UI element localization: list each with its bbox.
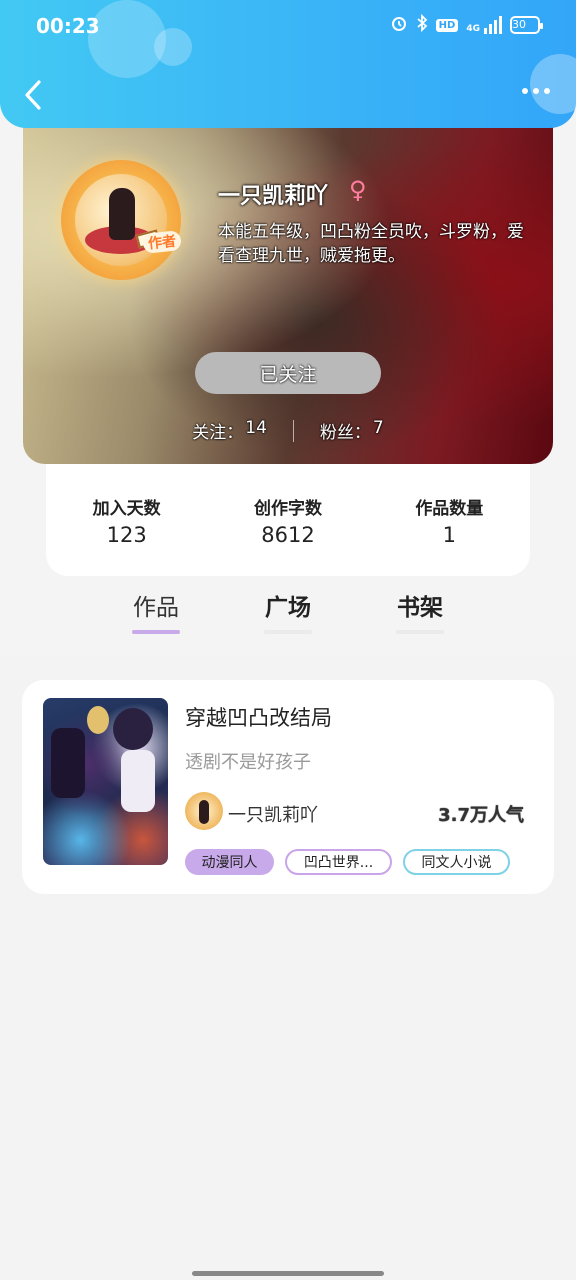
work-cover-image[interactable] (43, 698, 168, 865)
signal-icon: 4G (466, 16, 502, 34)
work-tags: 动漫同人 凹凸世界... 同文人小说 (185, 849, 510, 875)
stat-value: 123 (106, 523, 147, 547)
following-label: 关注： (192, 423, 244, 443)
tab-works[interactable]: 作品 (131, 588, 181, 654)
stat-value: 1 (442, 523, 456, 547)
work-author-avatar (185, 792, 223, 830)
tag-chip[interactable]: 凹凸世界... (285, 849, 392, 875)
chevron-left-icon (25, 80, 41, 110)
back-button[interactable] (18, 78, 48, 112)
decor-bubble (154, 28, 192, 66)
followers-count[interactable]: 粉丝： 7 (320, 418, 384, 443)
stats-panel: 加入天数 123 创作字数 8612 作品数量 1 (46, 462, 530, 576)
more-button[interactable] (522, 88, 550, 94)
battery-icon: 30 (510, 16, 543, 34)
tab-bar: 作品 广场 书架 (0, 588, 576, 654)
alarm-icon (390, 14, 408, 36)
tab-label: 作品 (133, 595, 179, 621)
status-icons: HD 4G 30 (390, 13, 543, 36)
followers-label: 粉丝： (319, 423, 371, 443)
more-dot (533, 88, 539, 94)
following-count[interactable]: 关注： 14 (192, 418, 267, 443)
stat-join-days: 加入天数 123 (46, 462, 207, 576)
decor-bubble (88, 0, 166, 78)
status-time: 00:23 (36, 14, 100, 38)
follow-counts: 关注： 14 粉丝： 7 (23, 418, 553, 443)
tab-indicator (396, 630, 444, 634)
battery-level: 30 (512, 18, 526, 31)
followers-value: 7 (372, 418, 384, 438)
author-avatar[interactable]: 作者 (61, 160, 182, 280)
author-badge: 作者 (142, 230, 182, 254)
tab-label: 书架 (397, 595, 443, 621)
stat-work-count: 作品数量 1 (369, 462, 530, 576)
following-value: 14 (245, 418, 267, 438)
tab-indicator (264, 630, 312, 634)
bluetooth-icon (416, 13, 428, 36)
stat-word-count: 创作字数 8612 (207, 462, 368, 576)
stat-label: 创作字数 (253, 499, 322, 519)
tag-chip[interactable]: 同文人小说 (403, 849, 510, 875)
cover-shape (51, 728, 85, 798)
profile-card: 作者 一只凯莉吖 ♀ 本能五年级，凹凸粉全员吹，斗罗粉，爱看查理九世，贼爱拖更。… (23, 100, 553, 464)
stat-label: 加入天数 (92, 499, 161, 519)
character-figure (109, 188, 135, 240)
tab-bookshelf[interactable]: 书架 (395, 588, 445, 654)
work-popularity: 3.7万人气 (438, 805, 524, 826)
bio-text: 本能五年级，凹凸粉全员吹，斗罗粉，爱看查理九世，贼爱拖更。 (218, 222, 524, 266)
cover-shape (87, 706, 109, 734)
work-author-name: 一只凯莉吖 (228, 805, 318, 826)
follow-button[interactable]: 已关注 (195, 352, 381, 394)
top-bar: 00:23 HD 4G 30 (0, 0, 576, 128)
hd-icon: HD (435, 18, 459, 32)
stat-label: 作品数量 (415, 499, 484, 519)
decor-bubble (530, 54, 576, 114)
work-description: 透剧不是好孩子 (185, 752, 311, 773)
work-card[interactable]: 穿越凹凸改结局 透剧不是好孩子 一只凯莉吖 3.7万人气 动漫同人 凹凸世界..… (22, 680, 554, 894)
tag-chip[interactable]: 动漫同人 (185, 849, 274, 875)
divider (292, 419, 294, 442)
tab-indicator (132, 630, 180, 634)
work-title[interactable]: 穿越凹凸改结局 (185, 702, 332, 732)
home-indicator[interactable] (192, 1271, 384, 1276)
tab-square[interactable]: 广场 (263, 588, 313, 654)
cover-shape (121, 750, 155, 812)
cover-shape (113, 708, 153, 750)
more-dot (522, 88, 528, 94)
more-dot (544, 88, 550, 94)
stat-value: 8612 (261, 523, 315, 547)
female-gender-icon: ♀ (349, 176, 367, 204)
tab-label: 广场 (265, 595, 311, 621)
network-type: 4G (466, 24, 480, 34)
nickname: 一只凯莉吖 (218, 184, 329, 209)
